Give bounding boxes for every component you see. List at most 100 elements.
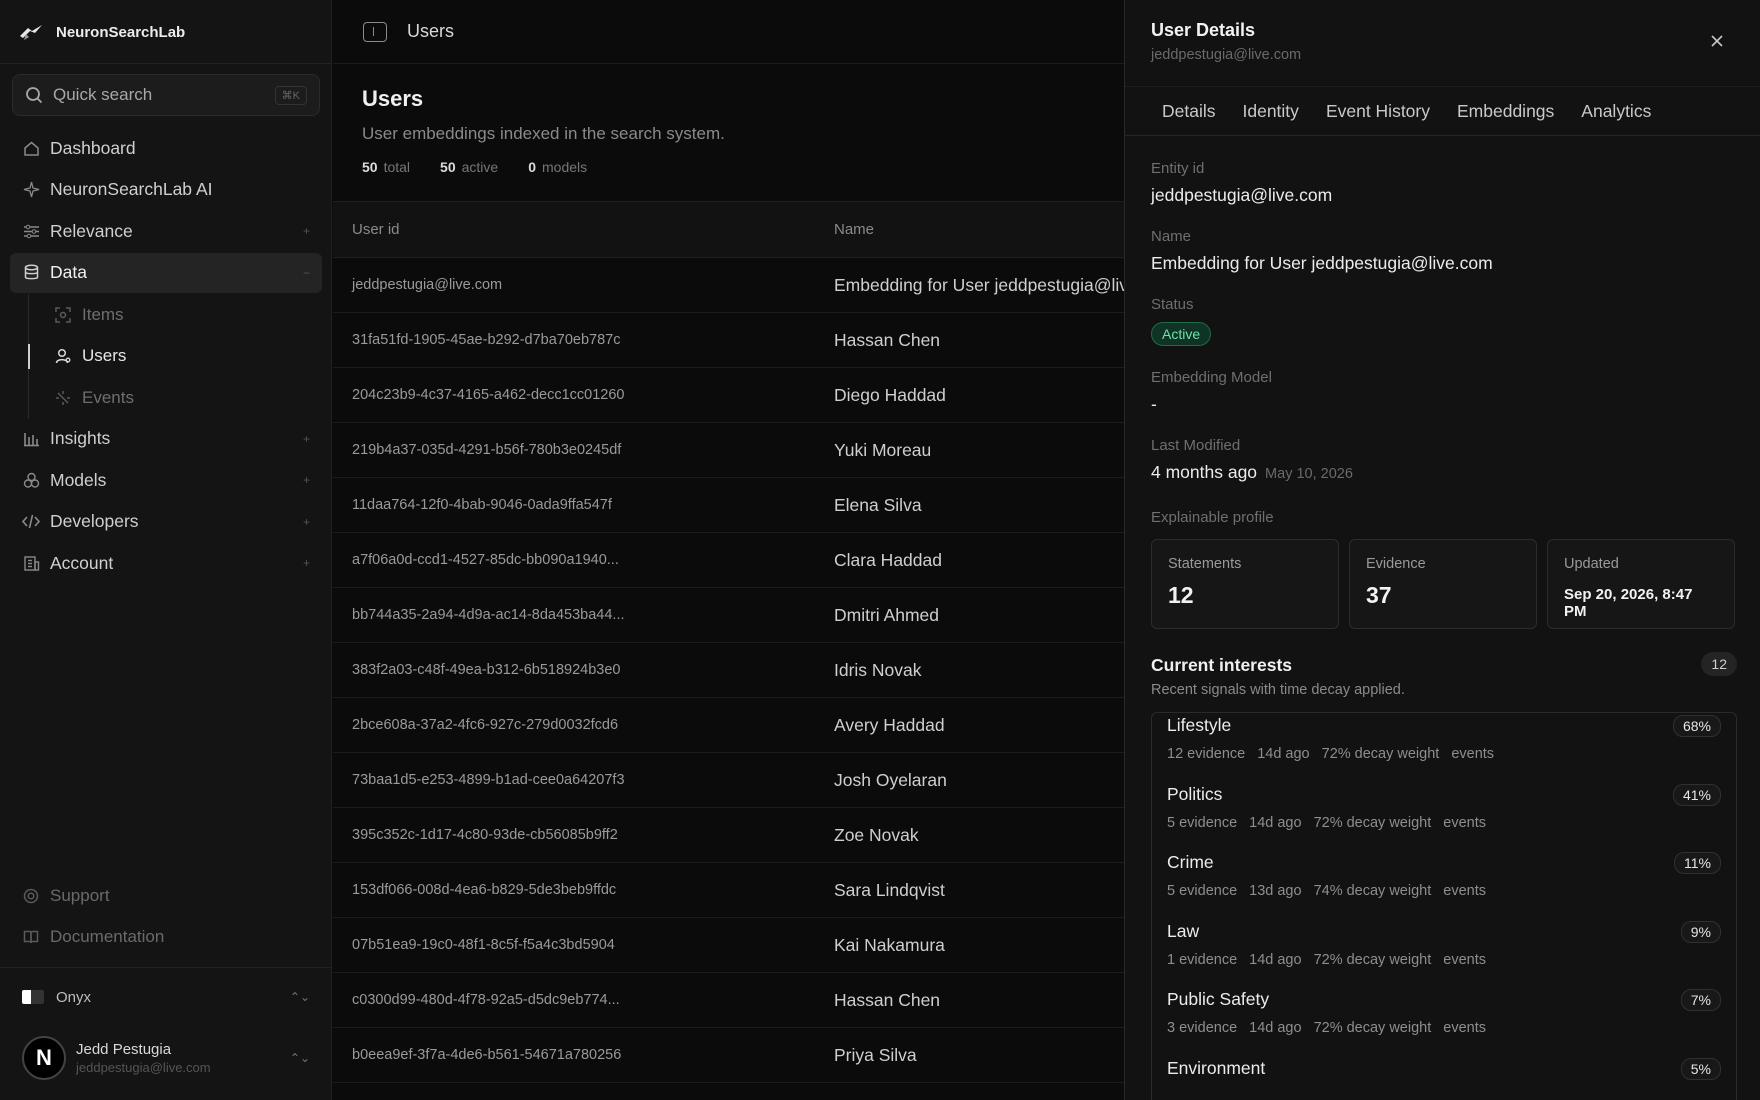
table-body: jeddpestugia@live.com Embedding for User …: [333, 258, 1124, 1083]
interest-decay: 72% decay weight: [1313, 951, 1432, 968]
table-row[interactable]: 07b51ea9-19c0-48f1-8c5f-f5a4c3bd5904 Kai …: [333, 918, 1124, 973]
interest-name: Lifestyle: [1167, 715, 1232, 735]
interest-percent-badge: 41%: [1672, 783, 1721, 806]
nav-item-models[interactable]: Models +: [10, 460, 322, 500]
nav-item-data[interactable]: Data −: [10, 252, 322, 293]
cell-name: Avery Haddad: [834, 714, 945, 735]
table-row[interactable]: 383f2a03-c48f-49ea-b312-6b518924b3e0 Idri…: [333, 643, 1124, 698]
table-row[interactable]: c0300d99-480d-4f78-92a5-d5dc9eb774... Has…: [333, 973, 1124, 1028]
brand[interactable]: NeuronSearchLab: [18, 18, 185, 46]
table-row[interactable]: 153df066-008d-4ea6-b829-5de3beb9ffdc Sara…: [333, 863, 1124, 918]
cell-name: Sara Lindqvist: [834, 879, 945, 900]
user-email: jeddpestugia@live.com: [76, 1060, 211, 1075]
interest-meta: 3 evidence 14d ago 72% decay weight events: [1167, 1020, 1721, 1036]
interest-age: 14d ago: [1249, 814, 1302, 831]
user-name: Jedd Pestugia: [76, 1041, 172, 1058]
cell-name: Clara Haddad: [834, 549, 942, 570]
table-row[interactable]: 11daa764-12f0-4bab-9046-0ada9ffa547f Elen…: [333, 478, 1124, 533]
interest-evidence: 1 evidence: [1167, 951, 1238, 968]
cell-name: Priya Silva: [834, 1044, 917, 1065]
interest-meta: 5 evidence 14d ago 72% decay weight events: [1167, 815, 1721, 831]
interest-item: Law 9% 1 evidence 14d ago 72% decay weight ev…: [1167, 919, 1721, 988]
nav-item-ai[interactable]: NeuronSearchLab AI: [10, 170, 322, 210]
interest-evidence: 3 evidence: [1167, 1020, 1238, 1036]
cell-name: Josh Oyelaran: [834, 769, 947, 790]
cell-user-id: 31fa51fd-1905-45ae-b292-d7ba70eb787c: [352, 332, 621, 348]
table-row[interactable]: 204c23b9-4c37-4165-a462-decc1cc01260 Dieg…: [333, 368, 1124, 423]
interests-header: Current interests Recent signals with ti…: [1151, 652, 1737, 698]
tab-embeddings[interactable]: Embeddings: [1457, 101, 1554, 122]
sidebar-item-documentation[interactable]: Documentation: [10, 917, 322, 959]
table-row[interactable]: 31fa51fd-1905-45ae-b292-d7ba70eb787c Hass…: [333, 313, 1124, 368]
expand-icon: +: [302, 431, 310, 446]
interests-list[interactable]: Lifestyle 68% 12 evidence 14d ago 72% decay …: [1151, 712, 1737, 1100]
table-row[interactable]: b0eea9ef-3f7a-4de6-b561-54671a780256 Priy…: [333, 1028, 1124, 1083]
interest-age: 14d ago: [1249, 951, 1302, 968]
table-row[interactable]: a7f06a0d-ccd1-4527-85dc-bb090a1940... Cla…: [333, 533, 1124, 588]
nav-label: Developers: [50, 511, 139, 531]
cell-name: Yuki Moreau: [834, 439, 932, 460]
column-header-name[interactable]: Name: [824, 221, 1124, 238]
sidebar-toggle-icon[interactable]: [363, 21, 387, 42]
expand-icon: +: [302, 224, 310, 238]
sidebar-item-support[interactable]: Support: [10, 875, 322, 917]
quick-search-input[interactable]: Quick search ⌘K: [12, 74, 320, 116]
tab-analytics[interactable]: Analytics: [1581, 101, 1651, 122]
field-value: 4 months ago May 10, 2026: [1151, 462, 1737, 483]
table-row[interactable]: 73baa1d5-e253-4899-b1ad-cee0a64207f3 Josh…: [333, 753, 1124, 808]
cell-name: Hassan Chen: [834, 989, 941, 1010]
interest-name: Crime: [1167, 852, 1214, 872]
sidebar-item-users[interactable]: Users: [28, 336, 322, 378]
card-label: Updated: [1564, 556, 1619, 572]
nav-item-developers[interactable]: Developers +: [10, 502, 322, 542]
workspace-switcher[interactable]: Onyx ⌃⌄: [22, 984, 310, 1010]
brand-name: NeuronSearchLab: [56, 23, 186, 41]
database-icon: [22, 264, 40, 282]
sparkle-icon: [22, 181, 40, 199]
cell-user-id: bb744a35-2a94-4d9a-ac14-8da453ba44...: [352, 607, 625, 623]
card-statements: Statements 12: [1151, 539, 1339, 629]
interest-decay: 74% decay weight: [1313, 883, 1432, 899]
book-icon: [22, 928, 40, 946]
tab-identity[interactable]: Identity: [1243, 101, 1299, 122]
table-row[interactable]: jeddpestugia@live.com Embedding for User …: [333, 258, 1124, 313]
interest-age: 14d ago: [1257, 746, 1310, 762]
sidebar: NeuronSearchLab Quick search ⌘K Dashboar…: [0, 0, 332, 1100]
field-value: Embedding for User jeddpestugia@live.com: [1151, 253, 1493, 273]
tab-event-history[interactable]: Event History: [1326, 101, 1430, 122]
drawer-tabs: Details Identity Event History Embedding…: [1125, 86, 1760, 136]
building-icon: [22, 554, 40, 572]
workspace-name: Onyx: [56, 988, 92, 1006]
sidebar-item-events[interactable]: Events: [54, 377, 322, 419]
nav-label: Account: [50, 552, 114, 573]
user-menu[interactable]: N Jedd Pestugia jeddpestugia@live.com ⌃⌄: [22, 1030, 310, 1086]
stats: 50 total 50 active 0 models: [362, 159, 1095, 175]
interest-item: Environment 5%: [1167, 1056, 1721, 1100]
column-header-user-id[interactable]: User id: [333, 221, 824, 238]
sidebar-item-items[interactable]: Items: [54, 294, 322, 336]
card-label: Evidence: [1366, 556, 1426, 572]
table-row[interactable]: 2bce608a-37a2-4fc6-927c-279d0032fcd6 Aver…: [333, 698, 1124, 753]
close-button[interactable]: [1708, 32, 1726, 50]
table-row[interactable]: bb744a35-2a94-4d9a-ac14-8da453ba44... Dmi…: [333, 588, 1124, 643]
table-row[interactable]: 395c352c-1d17-4c80-93de-cb56085b9ff2 Zoe …: [333, 808, 1124, 863]
nav-label: Models: [50, 469, 107, 490]
field-label: Status: [1151, 296, 1194, 313]
search-placeholder: Quick search: [53, 85, 153, 104]
cubes-icon: [22, 471, 40, 489]
data-subnav: Items Users Events: [10, 294, 322, 419]
nav-item-dashboard[interactable]: Dashboard: [10, 128, 322, 168]
interest-source: events: [1451, 746, 1495, 762]
nav-item-account[interactable]: Account +: [10, 543, 322, 583]
table-row[interactable]: 219b4a37-035d-4291-b56f-780b3e0245df Yuki…: [333, 423, 1124, 478]
tab-details[interactable]: Details: [1162, 101, 1216, 122]
nav-label: NeuronSearchLab AI: [50, 179, 213, 199]
code-icon: [22, 513, 40, 531]
nav-item-insights[interactable]: Insights +: [10, 419, 322, 459]
nav-item-relevance[interactable]: Relevance +: [10, 211, 322, 251]
status-badge: Active: [1151, 322, 1212, 346]
modified-relative: 4 months ago: [1151, 462, 1258, 482]
interest-percent-badge: 11%: [1674, 852, 1721, 874]
breadcrumb: Users: [407, 21, 455, 41]
expand-icon: +: [302, 556, 310, 570]
